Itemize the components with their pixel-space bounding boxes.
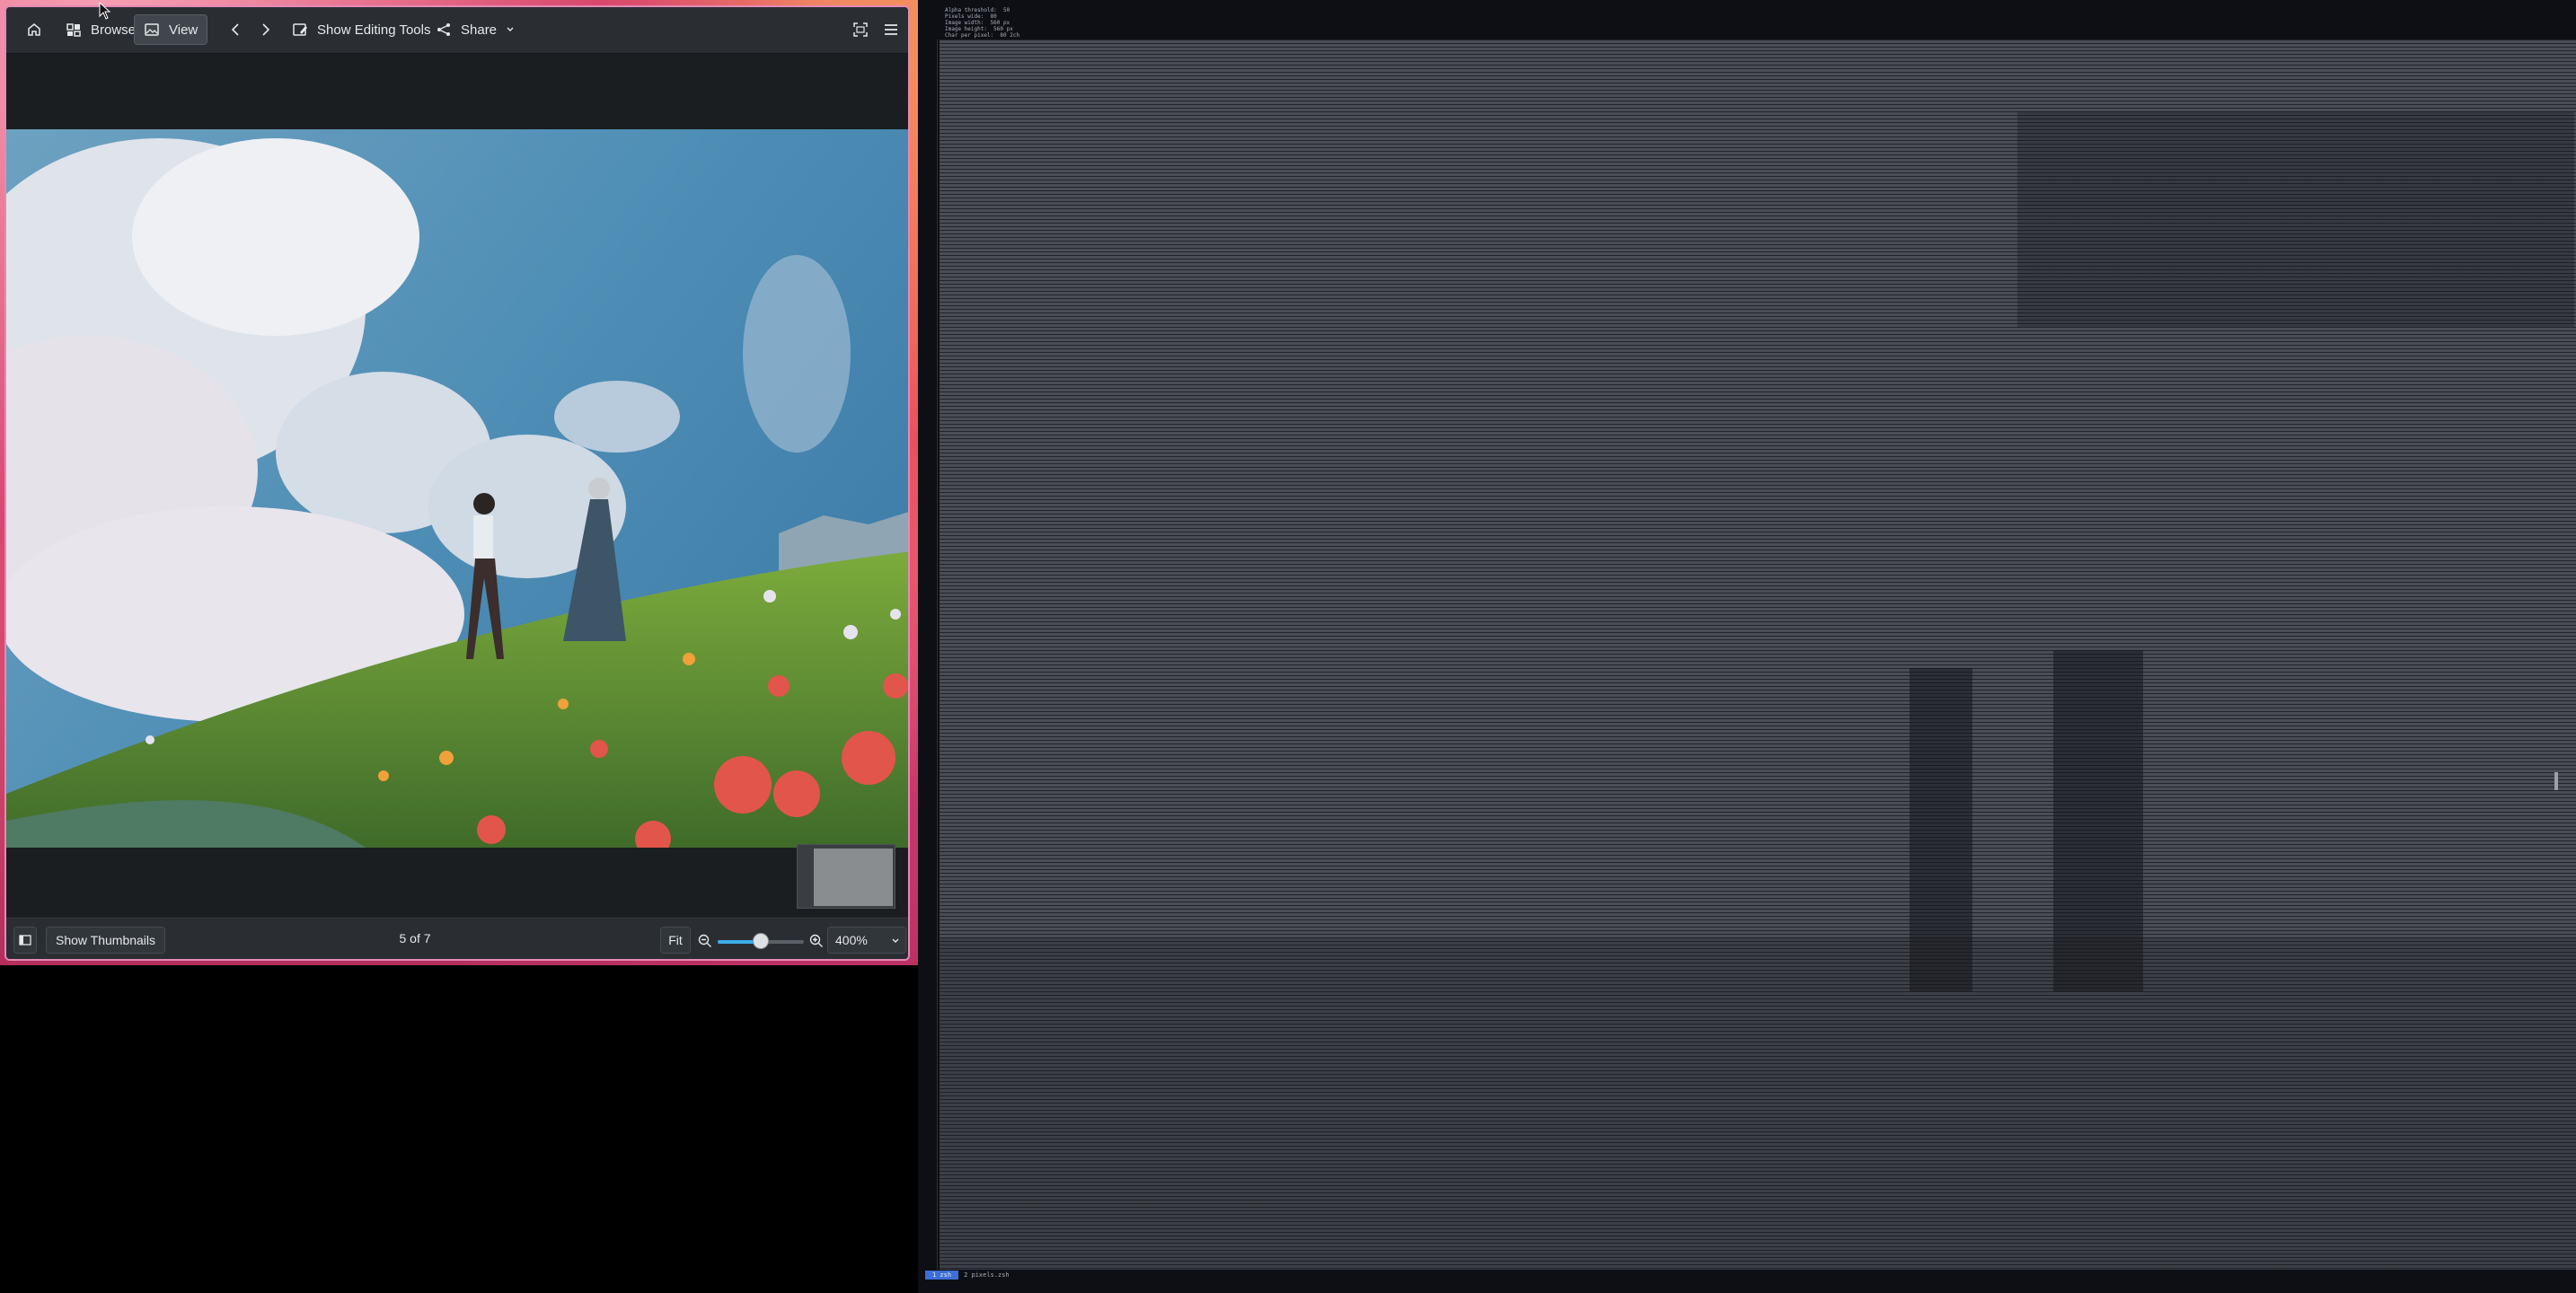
image-canvas[interactable] bbox=[6, 54, 908, 916]
view-label: View bbox=[169, 22, 198, 38]
view-button[interactable]: View bbox=[134, 14, 208, 45]
terminal-gutter bbox=[929, 40, 938, 1270]
previous-image-button[interactable] bbox=[220, 14, 251, 45]
next-image-button[interactable] bbox=[251, 14, 281, 45]
displayed-image bbox=[6, 129, 908, 848]
terminal-ascii-art-output bbox=[940, 40, 2576, 1270]
terminal-tab-active[interactable]: 1 zsh bbox=[925, 1271, 959, 1280]
editing-tools-label: Show Editing Tools bbox=[317, 22, 431, 38]
sidebar-toggle-button[interactable] bbox=[13, 927, 37, 954]
fit-button[interactable]: Fit bbox=[660, 927, 691, 954]
share-icon bbox=[437, 23, 450, 36]
zoom-slider-handle[interactable] bbox=[753, 933, 769, 949]
hamburger-menu-icon bbox=[885, 24, 897, 35]
chevron-down-icon bbox=[892, 938, 899, 943]
terminal-tab[interactable]: 2 pixels.zsh bbox=[964, 1271, 1010, 1279]
mouse-cursor-icon bbox=[99, 2, 111, 20]
ascii-sky-region bbox=[2017, 111, 2574, 327]
zoom-level-value: 400% bbox=[835, 933, 868, 947]
chevron-right-icon bbox=[262, 23, 270, 36]
zoom-in-icon[interactable] bbox=[809, 934, 824, 948]
fullscreen-button[interactable] bbox=[843, 14, 878, 45]
show-editing-tools-button[interactable]: Show Editing Tools bbox=[283, 14, 439, 45]
home-icon bbox=[28, 23, 40, 36]
zoom-level-combobox[interactable]: 400% bbox=[827, 927, 906, 954]
terminal-window[interactable]: Alpha threshold: 50 Pixels wide: 80 Imag… bbox=[918, 0, 2576, 1293]
share-label: Share bbox=[461, 22, 498, 38]
terminal-info-line: Alpha threshold: 50 bbox=[945, 7, 1010, 13]
viewer-statusbar: Show Thumbnails 5 of 7 Fit 400% bbox=[6, 916, 908, 959]
image-icon bbox=[145, 23, 159, 36]
image-navigator-thumbnail[interactable] bbox=[797, 844, 895, 909]
chevron-down-icon bbox=[507, 27, 514, 31]
browse-icon bbox=[66, 23, 81, 37]
main-menu-button[interactable] bbox=[874, 14, 908, 45]
terminal-info-line: Char per pixel: 80 2ch bbox=[945, 32, 1020, 39]
terminal-status-bar: 1 zsh 2 pixels.zsh bbox=[925, 1270, 1010, 1280]
terminal-info-line: Image width: 560 px bbox=[945, 20, 1010, 26]
viewer-toolbar: Browse View Show Editing Tools Share bbox=[6, 7, 908, 54]
home-button[interactable] bbox=[19, 14, 49, 45]
edit-image-icon bbox=[293, 23, 307, 36]
show-thumbnails-button[interactable]: Show Thumbnails bbox=[46, 927, 166, 954]
sidebar-icon bbox=[19, 935, 31, 946]
share-button[interactable]: Share bbox=[427, 14, 524, 45]
browse-label: Browse bbox=[91, 22, 137, 38]
terminal-info-line: Pixels wide: 80 bbox=[945, 13, 997, 20]
terminal-scrollbar[interactable] bbox=[2554, 772, 2558, 790]
page-counter: 5 of 7 bbox=[399, 931, 431, 946]
terminal-info-text: Alpha threshold: 50 Pixels wide: 80 Imag… bbox=[945, 7, 1019, 39]
navigator-viewport[interactable] bbox=[814, 849, 893, 906]
fullscreen-icon bbox=[853, 22, 868, 37]
ascii-hill-region bbox=[940, 937, 2576, 1270]
chevron-left-icon bbox=[231, 23, 239, 36]
zoom-out-icon[interactable] bbox=[698, 934, 712, 948]
terminal-info-line: Image height: 560 px bbox=[945, 26, 1013, 32]
image-viewer-window: Browse View Show Editing Tools Share Sho… bbox=[4, 5, 910, 961]
